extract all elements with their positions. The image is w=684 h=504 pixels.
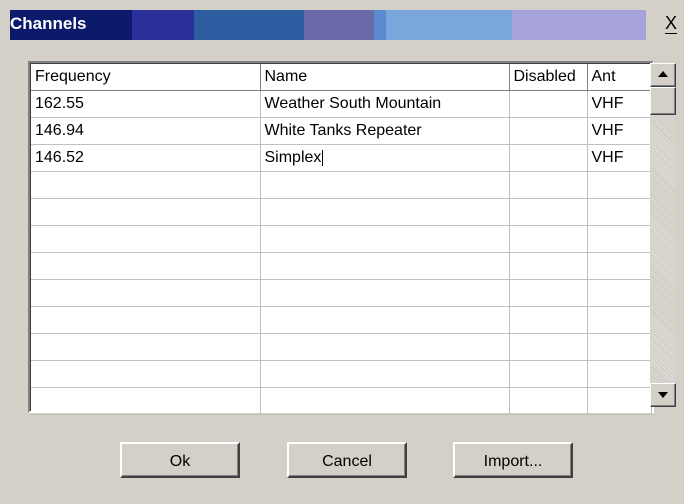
cell-disabled[interactable] [509,144,588,172]
empty-row[interactable] [31,198,652,226]
header-row: Frequency Name Disabled Ant [31,64,652,91]
channels-grid: Frequency Name Disabled Ant 162.55 Weath… [28,61,654,415]
cell-frequency[interactable]: 146.52 [31,144,261,172]
empty-cell[interactable] [31,360,261,388]
empty-cell[interactable] [587,333,652,361]
column-header-frequency[interactable]: Frequency [31,64,261,91]
table-row[interactable]: 162.55 Weather South Mountain VHF [31,90,652,118]
empty-cell[interactable] [260,360,510,388]
scroll-up-button[interactable] [650,63,676,87]
empty-cell[interactable] [31,171,261,199]
empty-cell[interactable] [31,198,261,226]
empty-cell[interactable] [509,225,588,253]
empty-cell[interactable] [509,360,588,388]
empty-cell[interactable] [260,333,510,361]
import-button[interactable]: Import... [453,442,573,478]
empty-row[interactable] [31,279,652,307]
cancel-button[interactable]: Cancel [287,442,407,478]
arrow-down-icon [658,392,668,398]
cell-ant[interactable]: VHF [587,144,652,172]
empty-row[interactable] [31,225,652,253]
empty-cell[interactable] [31,306,261,334]
cell-name[interactable]: White Tanks Repeater [260,117,510,145]
column-header-ant[interactable]: Ant [587,64,652,91]
empty-row[interactable] [31,387,652,415]
cell-frequency[interactable]: 162.55 [31,90,261,118]
cell-disabled[interactable] [509,90,588,118]
empty-cell[interactable] [31,252,261,280]
cell-frequency[interactable]: 146.94 [31,117,261,145]
cell-ant[interactable]: VHF [587,117,652,145]
cell-disabled[interactable] [509,117,588,145]
empty-row[interactable] [31,306,652,334]
cell-name-editing[interactable]: Simplex [260,144,510,172]
empty-cell[interactable] [587,252,652,280]
empty-cell[interactable] [260,225,510,253]
table-row[interactable]: 146.52 Simplex VHF [31,144,652,172]
empty-cell[interactable] [31,333,261,361]
empty-cell[interactable] [509,306,588,334]
cell-ant[interactable]: VHF [587,90,652,118]
empty-cell[interactable] [31,279,261,307]
title-bar-gradient [10,10,646,40]
empty-cell[interactable] [587,306,652,334]
empty-cell[interactable] [31,387,261,415]
empty-cell[interactable] [587,279,652,307]
empty-cell[interactable] [260,306,510,334]
empty-cell[interactable] [260,252,510,280]
cell-name-value: Simplex [264,149,322,166]
column-header-name[interactable]: Name [260,64,510,91]
empty-cell[interactable] [509,387,588,415]
empty-row[interactable] [31,333,652,361]
title-bar[interactable]: Channels X [0,0,684,40]
scroll-thumb[interactable] [650,87,676,115]
table-row[interactable]: 146.94 White Tanks Repeater VHF [31,117,652,145]
window-title: Channels [10,14,87,33]
close-button[interactable]: X [660,12,682,36]
empty-cell[interactable] [587,198,652,226]
arrow-up-icon [658,71,668,77]
empty-cell[interactable] [260,387,510,415]
empty-row[interactable] [31,171,652,199]
empty-cell[interactable] [509,198,588,226]
empty-cell[interactable] [587,387,652,415]
empty-cell[interactable] [260,279,510,307]
empty-cell[interactable] [31,225,261,253]
empty-cell[interactable] [509,333,588,361]
ok-button[interactable]: Ok [120,442,240,478]
empty-cell[interactable] [587,171,652,199]
empty-cell[interactable] [260,198,510,226]
empty-cell[interactable] [587,225,652,253]
empty-cell[interactable] [509,171,588,199]
column-header-disabled[interactable]: Disabled [509,64,588,91]
vertical-scrollbar[interactable] [650,63,676,407]
empty-cell[interactable] [509,279,588,307]
empty-cell[interactable] [587,360,652,388]
empty-row[interactable] [31,252,652,280]
empty-cell[interactable] [509,252,588,280]
cell-name[interactable]: Weather South Mountain [260,90,510,118]
close-icon: X [664,13,677,34]
empty-row[interactable] [31,360,652,388]
channels-dialog: Channels X Frequency Name Disabled Ant 1… [0,0,684,504]
empty-cell[interactable] [260,171,510,199]
text-cursor [322,149,324,166]
scroll-down-button[interactable] [650,383,676,407]
channels-table: Frequency Name Disabled Ant 162.55 Weath… [31,64,652,415]
